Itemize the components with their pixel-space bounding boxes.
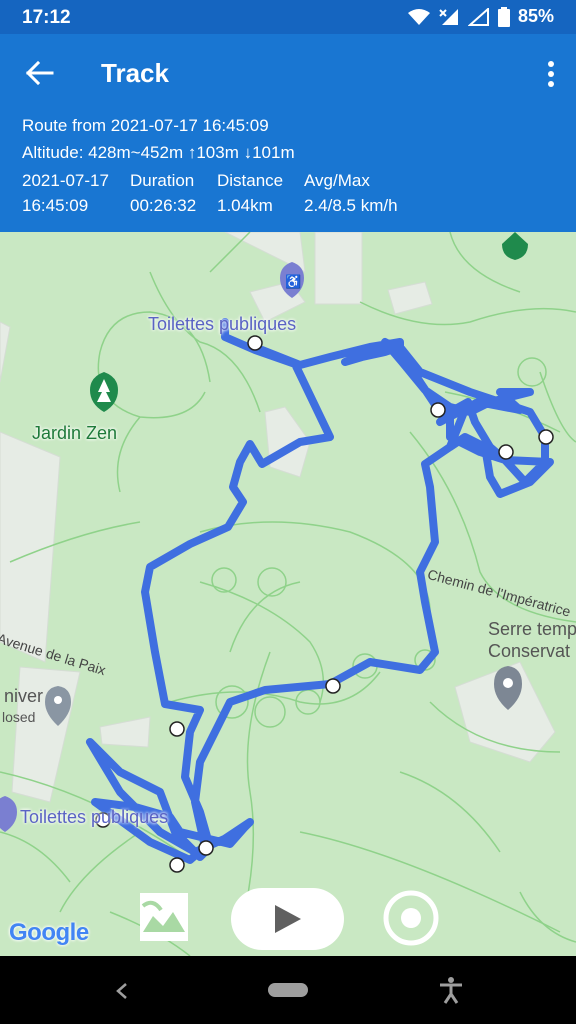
status-time: 17:12 — [22, 7, 71, 28]
stat-duration-value: 00:26:32 — [130, 196, 197, 215]
map-label-toilettes-bottom: Toilettes publiques — [20, 807, 169, 827]
play-button[interactable] — [231, 888, 344, 950]
map-view[interactable]: ♿ Toilettes publiques Jardin Zen Avenue … — [0, 232, 576, 956]
stat-distance-value: 1.04km — [217, 196, 273, 215]
tree-icon — [502, 232, 528, 260]
restroom-icon — [0, 796, 17, 832]
app-bar: Track Route from 2021-07-17 16:45:09 Alt… — [0, 34, 576, 232]
battery-icon — [497, 6, 510, 27]
signal-x-icon — [439, 8, 458, 25]
map-label-serre-2: Conservat — [488, 641, 571, 661]
nav-back-icon[interactable] — [114, 982, 130, 1000]
map-label-closed: losed — [2, 709, 36, 725]
accessibility-icon[interactable] — [438, 976, 464, 1004]
map-label-toilettes-top: Toilettes publiques — [148, 314, 297, 334]
svg-text:♿: ♿ — [285, 274, 301, 289]
wifi-icon — [407, 8, 430, 25]
system-nav-bar — [0, 956, 576, 1024]
stat-speed-value: 2.4/8.5 km/h — [304, 196, 398, 215]
more-vert-icon[interactable] — [546, 60, 556, 88]
image-icon[interactable] — [139, 892, 189, 942]
altitude-line: Altitude: 428m~452m ↑103m ↓101m — [22, 143, 295, 162]
stat-start-time: 16:45:09 — [22, 196, 89, 215]
battery-percent: 85% — [517, 6, 554, 26]
play-icon — [275, 905, 301, 933]
stat-speed-label: Avg/Max — [304, 171, 370, 190]
stat-distance: Distance 1.04km — [217, 168, 283, 218]
google-logo-text: Google — [9, 919, 89, 946]
map-label-univer: niver — [4, 686, 44, 706]
status-bar: 17:12 85% — [0, 0, 576, 34]
stat-start: 2021-07-17 16:45:09 — [22, 168, 109, 218]
tree-icon — [90, 372, 118, 412]
signal-icon — [467, 7, 489, 26]
stat-duration-label: Duration — [130, 171, 195, 190]
stat-date: 2021-07-17 — [22, 171, 109, 190]
stat-distance-label: Distance — [217, 171, 284, 190]
page-title: Track — [101, 58, 169, 88]
stat-speed: Avg/Max 2.4/8.5 km/h — [304, 168, 398, 218]
route-line: Route from 2021-07-17 16:45:09 — [22, 116, 269, 135]
stat-duration: Duration 00:26:32 — [130, 168, 196, 218]
nav-home-pill[interactable] — [268, 983, 308, 997]
back-arrow-icon[interactable] — [22, 56, 56, 90]
record-icon[interactable] — [383, 890, 439, 946]
google-logo: Google — [9, 919, 89, 947]
status-icons: 85% — [407, 6, 554, 27]
map-label-jardin-zen: Jardin Zen — [32, 423, 118, 443]
map-label-serre-1: Serre temp — [488, 619, 576, 639]
